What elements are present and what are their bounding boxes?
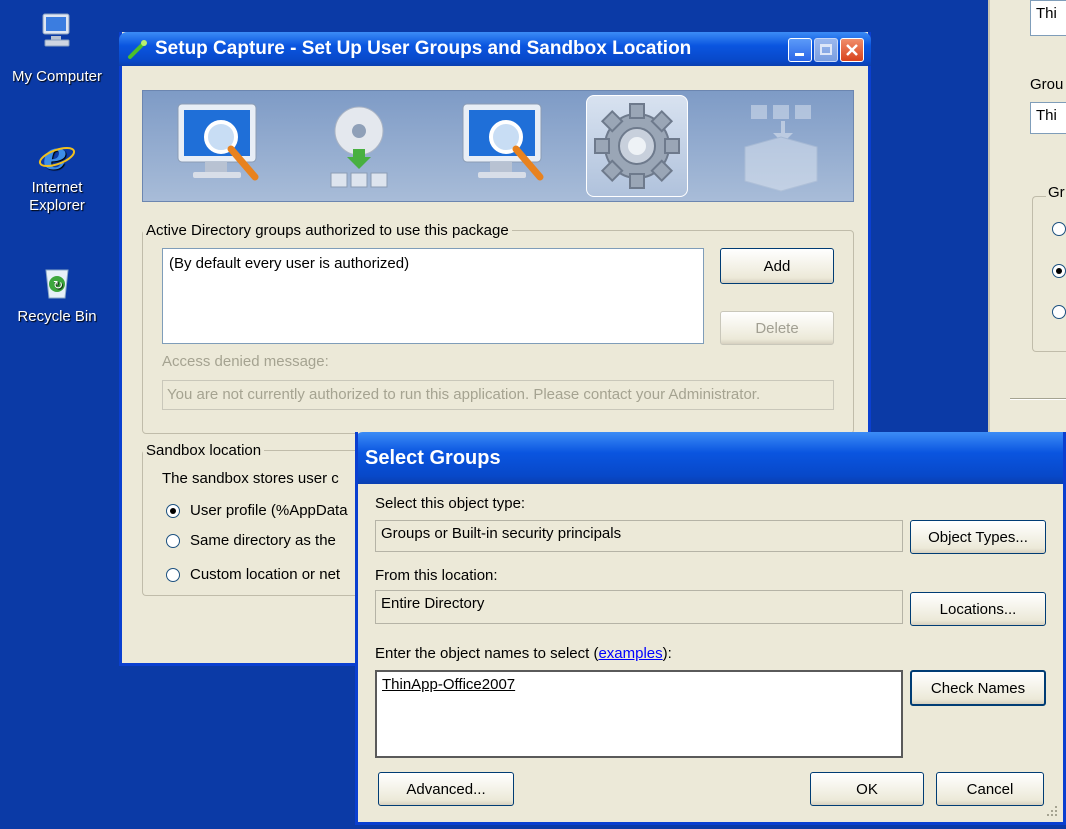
object-names-label-suffix: ): (662, 645, 672, 662)
desktop-icon-label: Internet Explorer (29, 179, 85, 214)
location-field: Entire Directory (375, 590, 903, 624)
check-names-button[interactable]: Check Names (910, 670, 1046, 706)
desktop-icon-label: My Computer (11, 68, 103, 85)
ok-button[interactable]: OK (810, 772, 924, 806)
object-types-button-label: Object Types... (928, 528, 1028, 546)
my-computer-icon (37, 10, 77, 50)
minimize-icon (795, 53, 804, 56)
locations-button-label: Locations... (939, 600, 1017, 618)
object-types-button[interactable]: Object Types... (910, 520, 1046, 554)
locations-button[interactable]: Locations... (910, 592, 1046, 626)
window-title: Setup Capture - Set Up User Groups and S… (155, 38, 692, 59)
background-radio-3[interactable] (1052, 305, 1066, 319)
access-denied-message-field[interactable]: You are not currently authorized to run … (162, 380, 834, 410)
object-type-label: Select this object type: (375, 495, 526, 512)
package-box-icon (733, 101, 828, 193)
desktop-icon-recycle-bin[interactable]: ↻ Recycle Bin (7, 262, 107, 326)
background-radio-2[interactable] (1052, 264, 1066, 278)
gear-icon (586, 95, 688, 197)
maximize-icon (820, 44, 832, 55)
internet-explorer-icon: e (37, 133, 77, 178)
select-groups-dialog: Select Groups Select this object type: G… (355, 432, 1066, 825)
sandbox-description: The sandbox stores user c (162, 470, 339, 487)
recycle-bin-icon: ↻ (37, 262, 77, 302)
advanced-button-label: Advanced... (406, 780, 486, 798)
background-groupbox-legend: Gr (1046, 184, 1066, 201)
cancel-button[interactable]: Cancel (936, 772, 1044, 806)
access-denied-label: Access denied message: (162, 353, 329, 370)
desktop: { "desktop": { "icons": [ {"label": "My … (0, 0, 1066, 829)
dialog-title: Select Groups (365, 446, 501, 469)
setup-capture-titlebar[interactable]: Setup Capture - Set Up User Groups and S… (119, 32, 871, 66)
maximize-button[interactable] (814, 38, 838, 62)
background-separator (1010, 398, 1066, 400)
radio-custom-location-label: Custom location or net (190, 566, 341, 583)
radio-same-directory[interactable] (166, 534, 180, 548)
object-names-label-prefix: Enter the object names to select ( (375, 645, 599, 662)
groups-listbox[interactable]: (By default every user is authorized) (162, 248, 704, 344)
close-button[interactable] (840, 38, 864, 62)
monitor-magnifier-icon (173, 99, 273, 194)
sandbox-legend: Sandbox location (146, 442, 262, 459)
desktop-icon-my-computer[interactable]: My Computer (2, 10, 112, 86)
groups-legend: Active Directory groups authorized to us… (146, 222, 509, 239)
object-names-input[interactable]: ThinApp-Office2007 (375, 670, 903, 758)
advanced-button[interactable]: Advanced... (378, 772, 514, 806)
background-window: Thi Grou Thi Gr (988, 0, 1066, 492)
svg-text:↻: ↻ (53, 278, 63, 292)
object-names-label: Enter the object names to select (exampl… (375, 645, 672, 662)
radio-user-profile-label: User profile (%AppData (190, 502, 348, 519)
object-type-field: Groups or Built-in security principals (375, 520, 903, 552)
select-groups-titlebar[interactable]: Select Groups (358, 432, 1063, 484)
delete-button[interactable]: Delete (720, 311, 834, 345)
desktop-icon-label: Recycle Bin (17, 308, 97, 325)
monitor-magnifier-icon (458, 99, 558, 194)
desktop-icon-internet-explorer[interactable]: e Internet Explorer (7, 133, 107, 215)
close-icon (846, 44, 858, 56)
wizard-step-banner (142, 90, 854, 202)
object-names-value: ThinApp-Office2007 (382, 676, 516, 693)
wand-icon (127, 38, 149, 60)
background-radio-1[interactable] (1052, 222, 1066, 236)
background-field-2[interactable]: Thi (1030, 102, 1066, 134)
resize-grip-icon[interactable] (1045, 804, 1059, 818)
minimize-button[interactable] (788, 38, 812, 62)
background-field-1[interactable]: Thi (1030, 0, 1066, 36)
background-group-label: Grou (1030, 76, 1064, 93)
radio-custom-location[interactable] (166, 568, 180, 582)
radio-same-directory-label: Same directory as the (190, 532, 336, 549)
location-label: From this location: (375, 567, 498, 584)
examples-link[interactable]: examples (598, 645, 662, 662)
groups-list-item[interactable]: (By default every user is authorized) (169, 255, 697, 272)
cd-install-icon (323, 101, 403, 196)
check-names-button-label: Check Names (930, 679, 1026, 697)
add-button[interactable]: Add (720, 248, 834, 284)
radio-user-profile[interactable] (166, 504, 180, 518)
